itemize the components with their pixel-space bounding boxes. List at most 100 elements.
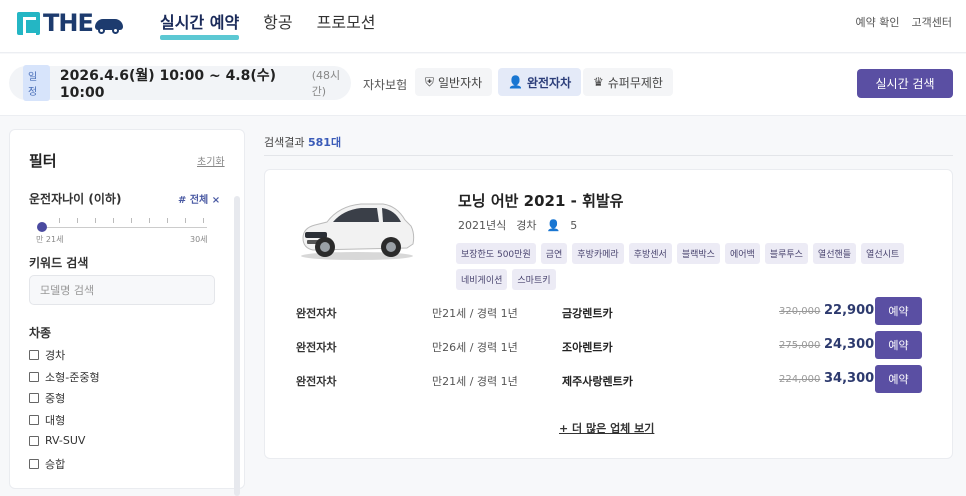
offer-row: 완전자차 만21세 / 경력 1년 제주사랑렌트카 224,000 34,300… [265, 365, 954, 395]
slider-tick [77, 218, 78, 223]
offer-original-price: 224,000 [779, 374, 821, 385]
car-class: 경차 [516, 219, 537, 232]
age-slider-handle[interactable] [37, 222, 47, 232]
person-icon: 👤 [546, 218, 561, 232]
offer-price: 34,300 [824, 371, 875, 386]
driver-age-label: 운전자나이 (이하) [29, 192, 122, 206]
type-option-compact[interactable]: 경차 [29, 347, 65, 363]
search-bar: 일정 2026.4.6(월) 10:00 ~ 4.8(수) 10:00 (48시… [0, 54, 966, 116]
insurance-super-label: 슈퍼무제한 [607, 75, 663, 90]
option-tag: 후방카메라 [572, 243, 624, 264]
shield-icon: ⛨ [425, 74, 435, 89]
car-year: 2021년식 [458, 219, 507, 232]
top-header: THE 실시간 예약 항공 프로모션 예약 확인 고객센터 [0, 0, 966, 53]
checkbox[interactable] [29, 415, 39, 425]
checkbox[interactable] [29, 372, 39, 382]
insurance-full-button[interactable]: 👤 완전자차 [498, 68, 582, 96]
slider-tick [149, 218, 150, 223]
date-range: 2026.4.6(월) 10:00 ~ 4.8(수) 10:00 [59, 68, 277, 101]
car-type-label: 차종 [29, 326, 52, 340]
slider-tick [167, 218, 168, 223]
slider-tick [185, 218, 186, 223]
offer-row: 완전자차 만26세 / 경력 1년 조아렌트카 275,000 24,300 예… [265, 331, 954, 361]
offer-company: 금강렌트카 [562, 307, 613, 320]
type-option-suv[interactable]: RV-SUV [29, 434, 85, 447]
reserve-button[interactable]: 예약 [875, 365, 922, 393]
car-options: 보장한도 500만원 금연 후방카메라 후방센서 블랙박스 에어백 블루투스 열… [456, 243, 926, 290]
filter-panel: 필터 초기화 운전자나이 (이하) # 전체 × 만 21세 30세 키워드 검… [9, 129, 245, 496]
age-slider-track[interactable] [41, 227, 207, 228]
nav-promotion[interactable]: 프로모션 [317, 9, 376, 39]
type-option-van[interactable]: 승합 [29, 456, 65, 472]
duration-text: (48시간) [311, 69, 341, 98]
offer-insurance: 완전자차 [296, 341, 337, 354]
age-all-chip[interactable]: # 전체 × [178, 191, 220, 206]
offer-insurance: 완전자차 [296, 375, 337, 388]
main-nav: 실시간 예약 항공 프로모션 [160, 9, 376, 40]
user-shield-icon: 👤 [508, 75, 523, 89]
filter-reset-link[interactable]: 초기화 [197, 153, 225, 168]
type-option-small[interactable]: 소형-준중형 [29, 369, 100, 385]
slider-tick [131, 218, 132, 223]
type-option-large[interactable]: 대형 [29, 412, 65, 428]
slider-max-label: 30세 [190, 235, 208, 244]
offer-requirement: 만21세 / 경력 1년 [432, 375, 518, 388]
result-count: 검색결과 581대 [264, 136, 342, 149]
date-selector[interactable]: 일정 2026.4.6(월) 10:00 ~ 4.8(수) 10:00 (48시… [9, 65, 351, 101]
option-tag: 블루투스 [764, 243, 808, 264]
car-seats: 5 [570, 218, 578, 232]
slider-tick [203, 218, 204, 223]
checkbox[interactable] [29, 435, 39, 446]
insurance-full-label: 완전자차 [526, 75, 572, 90]
filter-scrollbar[interactable] [234, 196, 240, 496]
offer-row: 완전자차 만21세 / 경력 1년 금강렌트카 320,000 22,900 예… [265, 297, 954, 327]
customer-center-link[interactable]: 고객센터 [912, 14, 952, 30]
offer-insurance: 완전자차 [296, 307, 337, 320]
offer-price: 24,300 [824, 337, 875, 352]
nav-flights[interactable]: 항공 [263, 9, 292, 39]
booking-check-link[interactable]: 예약 확인 [856, 14, 900, 30]
offer-requirement: 만26세 / 경력 1년 [432, 341, 518, 354]
logo-mark [17, 11, 40, 36]
keyword-label: 키워드 검색 [29, 256, 89, 270]
checkbox[interactable] [29, 459, 39, 469]
insurance-super-button[interactable]: ♛ 슈퍼무제한 [583, 68, 673, 96]
option-tag: 후방센서 [628, 243, 672, 264]
option-tag: 열선핸들 [812, 243, 857, 264]
checkbox[interactable] [29, 393, 39, 403]
slider-tick [95, 218, 96, 223]
option-tag: 금연 [540, 243, 568, 264]
car-card: 모닝 어반 2021 - 휘발유 2021년식 경차 👤 5 보장한도 500만… [264, 169, 953, 459]
checkbox[interactable] [29, 350, 39, 360]
option-tag: 스마트키 [512, 269, 556, 290]
insurance-basic-button[interactable]: ⛨ 일반자차 [415, 68, 493, 96]
insurance-label: 자차보험 [363, 78, 408, 92]
logo[interactable]: THE [17, 9, 123, 37]
result-count-value: 581대 [307, 136, 342, 149]
option-tag: 블랙박스 [676, 243, 720, 264]
nav-realtime-booking[interactable]: 실시간 예약 [160, 9, 240, 40]
option-tag: 에어백 [724, 243, 760, 264]
option-tag: 보장한도 500만원 [456, 243, 536, 264]
car-model-name[interactable]: 모닝 어반 2021 - 휘발유 [458, 190, 623, 211]
reserve-button[interactable]: 예약 [875, 331, 922, 359]
slider-min-label: 만 21세 [36, 235, 64, 244]
filter-title: 필터 [29, 152, 57, 170]
option-tag: 네비게이션 [456, 269, 508, 290]
reserve-button[interactable]: 예약 [875, 297, 922, 325]
more-companies-link[interactable]: + 더 많은 업체 보기 [559, 420, 654, 436]
schedule-badge: 일정 [23, 65, 50, 101]
offer-original-price: 320,000 [779, 306, 821, 317]
offer-company: 조아렌트카 [562, 341, 613, 354]
car-image [301, 203, 415, 260]
header-links: 예약 확인 고객센터 [856, 14, 952, 30]
logo-text: THE [43, 9, 94, 37]
car-meta: 2021년식 경차 👤 5 [458, 217, 577, 233]
type-option-mid[interactable]: 중형 [29, 390, 65, 406]
option-tag: 열선시트 [861, 243, 905, 264]
realtime-search-button[interactable]: 실시간 검색 [857, 69, 953, 98]
slider-tick [113, 218, 114, 223]
car-logo-icon [94, 13, 123, 34]
model-search-input[interactable]: 모델명 검색 [29, 275, 215, 305]
divider [264, 155, 953, 156]
